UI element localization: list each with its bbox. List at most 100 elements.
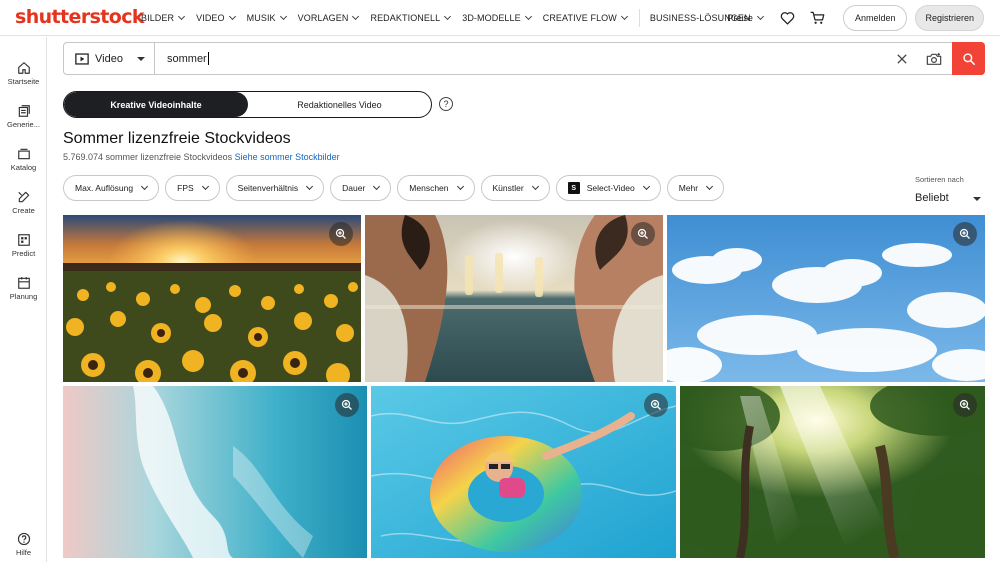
chevron-down-icon [524, 12, 532, 21]
nav-divider [638, 9, 640, 27]
sidebar-item-label: Hilfe [15, 548, 31, 557]
sidebar-item-generate[interactable]: Generie... [0, 104, 47, 129]
top-navigation: shutterstock BILDER VIDEO MUSIK VORLAGEN… [0, 0, 1000, 36]
video-thumbnail-champagne[interactable] [365, 215, 663, 382]
heart-icon[interactable] [777, 7, 799, 29]
see-images-link[interactable]: Siehe sommer Stockbilder [235, 152, 340, 162]
zoom-preview-icon[interactable] [644, 393, 668, 417]
chevron-down-icon [373, 182, 381, 191]
nav-video[interactable]: VIDEO [196, 12, 236, 23]
search-input[interactable]: sommer [155, 43, 888, 74]
sort-label: Sortieren nach [915, 175, 964, 184]
zoom-preview-icon[interactable] [953, 393, 977, 417]
filter-select-video[interactable]: S Select-Video [555, 175, 661, 201]
chevron-down-icon [228, 12, 236, 21]
sidebar-item-label: Generie... [7, 120, 40, 129]
chevron-down-icon [201, 182, 209, 191]
sidebar-item-startseite[interactable]: Startseite [0, 61, 47, 86]
nav-musik[interactable]: MUSIK [247, 12, 287, 23]
nav-account-area: Preise Anmelden Registrieren [727, 4, 984, 32]
chevron-down-icon [352, 12, 360, 21]
login-button[interactable]: Anmelden [842, 5, 908, 31]
sidebar-item-create[interactable]: Create [0, 190, 47, 215]
chevron-down-icon [141, 182, 149, 191]
video-thumbnail-ocean-waves[interactable] [63, 386, 367, 558]
sidebar-item-help[interactable]: Hilfe [0, 532, 47, 557]
shutterstock-logo[interactable]: shutterstock [15, 6, 145, 28]
generate-icon [18, 105, 30, 117]
chevron-down-icon [706, 182, 714, 191]
filter-more[interactable]: Mehr [666, 175, 725, 201]
video-thumbnail-pool-float[interactable] [371, 386, 676, 558]
search-bar: Video sommer [63, 42, 985, 75]
sort-value: Beliebt [915, 192, 949, 204]
filter-max-resolution[interactable]: Max. Auflösung [63, 175, 160, 201]
sidebar-item-label: Startseite [7, 77, 40, 86]
main-nav-links: BILDER VIDEO MUSIK VORLAGEN REDAKTIONELL… [141, 0, 763, 36]
nav-bilder[interactable]: BILDER [141, 12, 186, 23]
search-submit-button[interactable] [952, 42, 985, 75]
select-badge-icon: S [567, 182, 580, 194]
forest-sunbeams-image [680, 386, 985, 558]
zoom-preview-icon[interactable] [329, 222, 353, 246]
nav-redaktionell[interactable]: REDAKTIONELL [370, 12, 452, 23]
dropdown-arrow-icon [973, 197, 981, 201]
zoom-preview-icon[interactable] [953, 222, 977, 246]
zoom-preview-icon[interactable] [631, 222, 655, 246]
chevron-down-icon [756, 12, 764, 21]
chevron-down-icon [444, 12, 452, 21]
filter-people[interactable]: Menschen [397, 175, 475, 201]
filter-artist[interactable]: Künstler [480, 175, 550, 201]
sidebar-item-label: Predict [11, 249, 36, 258]
video-thumbnail-clouds[interactable] [667, 215, 985, 382]
sort-select[interactable]: Beliebt [915, 192, 985, 204]
nav-vorlagen[interactable]: VORLAGEN [298, 12, 360, 23]
planning-icon [17, 277, 30, 289]
left-sidebar: Startseite Generie... Katalog Create Pre… [0, 37, 47, 562]
tab-editorial-video[interactable]: Redaktionelles Video [248, 92, 431, 117]
text-cursor [207, 52, 209, 65]
chevron-down-icon [306, 182, 314, 191]
result-count-text: 5.769.074 sommer lizenzfreie Stockvideos [63, 152, 233, 162]
clear-search-icon[interactable] [888, 43, 916, 74]
filter-duration[interactable]: Dauer [330, 175, 392, 201]
help-icon [17, 532, 30, 546]
chevron-down-icon [620, 12, 628, 21]
catalog-icon [17, 148, 30, 160]
home-icon [17, 62, 30, 74]
filter-aspect-ratio[interactable]: Seitenverhältnis [225, 175, 325, 201]
child-pool-float-image [371, 386, 676, 558]
search-icon [962, 52, 975, 65]
media-type-label: Video [95, 52, 123, 65]
chevron-down-icon [178, 12, 186, 21]
chevron-down-icon [531, 182, 539, 191]
cart-icon[interactable] [807, 7, 829, 29]
nav-creative-flow[interactable]: CREATIVE FLOW [543, 12, 628, 23]
nav-pricing[interactable]: Preise [727, 12, 764, 23]
sidebar-item-predict[interactable]: Predict [0, 233, 47, 258]
sidebar-item-planung[interactable]: Planung [0, 276, 47, 301]
sidebar-item-katalog[interactable]: Katalog [0, 147, 47, 172]
page-title: Sommer lizenzfreie Stockvideos [63, 130, 291, 147]
dropdown-arrow-icon [136, 56, 145, 61]
info-help-icon[interactable]: ? [439, 97, 453, 111]
create-icon [17, 191, 29, 203]
zoom-preview-icon[interactable] [335, 393, 359, 417]
video-thumbnail-forest[interactable] [680, 386, 985, 558]
nav-3d-modelle[interactable]: 3D-MODELLE [462, 12, 532, 23]
tab-creative-video[interactable]: Kreative Videoinhalte [64, 92, 248, 117]
chevron-down-icon [456, 182, 464, 191]
chevron-down-icon [279, 12, 287, 21]
chevron-down-icon [642, 182, 650, 191]
sidebar-item-label: Create [12, 206, 35, 215]
video-thumbnail-sunflowers[interactable] [63, 215, 361, 382]
predict-icon [17, 234, 30, 246]
filter-fps[interactable]: FPS [165, 175, 220, 201]
image-search-camera-icon[interactable] [916, 43, 952, 74]
media-type-select[interactable]: Video [64, 43, 155, 74]
register-button[interactable]: Registrieren [915, 5, 984, 31]
search-query-text: sommer [167, 52, 207, 65]
ocean-aerial-image [63, 386, 367, 558]
content-type-toggle: Kreative Videoinhalte Redaktionelles Vid… [63, 91, 432, 118]
filter-bar: Max. Auflösung FPS Seitenverhältnis Daue… [63, 175, 730, 201]
